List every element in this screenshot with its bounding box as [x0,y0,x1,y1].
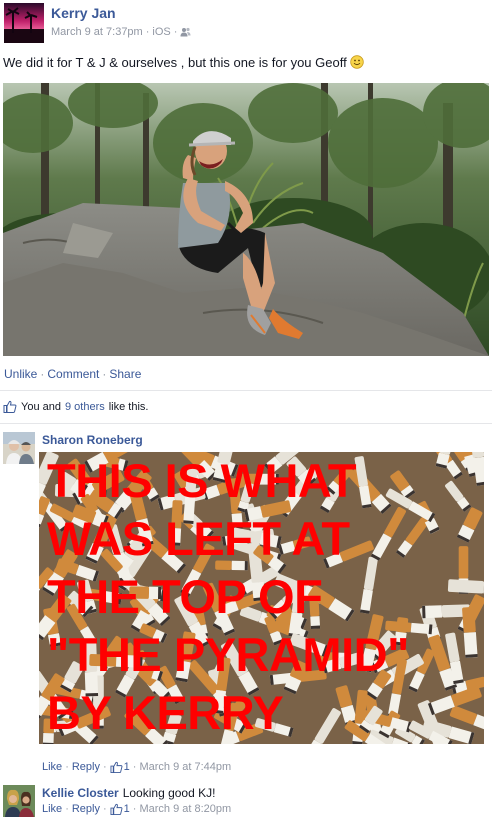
thumbs-up-icon [110,803,123,815]
post-date[interactable]: March 9 at 7:37pm [51,26,143,38]
comment-like-link[interactable]: Like [42,761,62,773]
comment-like-count[interactable]: 1 [110,803,130,815]
comment-reply-link[interactable]: Reply [72,761,100,773]
action-separator: · [102,367,107,381]
action-separator: · [40,367,45,381]
action-separator: · [65,803,69,815]
action-separator: · [132,761,137,773]
divider [0,390,492,391]
post-source: iOS [152,26,171,38]
action-separator: · [102,761,107,773]
action-separator: · [65,761,69,773]
smile-icon [350,55,365,69]
comment-author-name[interactable]: Kellie Closter [42,786,119,800]
post-meta: March 9 at 7:37pm · iOS · [51,26,191,38]
share-link[interactable]: Share [109,367,141,381]
action-separator: · [102,803,107,815]
comment-like-count[interactable]: 1 [110,761,130,773]
post-photo[interactable] [3,83,489,356]
meta-separator: · [145,26,150,38]
comment-actions: Like · Reply · 1 · March 9 at 7:44pm [42,761,231,773]
comment-like-link[interactable]: Like [42,803,62,815]
post-text: We did it for T & J & ourselves , but th… [3,55,365,70]
friends-icon[interactable] [180,27,191,37]
comment-author[interactable]: Sharon Roneberg [42,433,143,447]
author-avatar[interactable] [4,3,44,43]
comment-time[interactable]: March 9 at 8:20pm [139,803,231,815]
post-header: Kerry Jan March 9 at 7:37pm · iOS · [0,0,492,46]
likes-summary: You and 9 others like this. [3,400,148,413]
post-author[interactable]: Kerry Jan [51,5,116,21]
comment-link[interactable]: Comment [47,367,99,381]
meta-separator: · [173,26,178,38]
thumbs-up-icon [110,761,123,773]
action-separator: · [132,803,137,815]
thumbs-up-icon [3,400,17,413]
comment-author: Kellie Closter Looking good KJ! [42,786,215,800]
comment-image-caption: THIS IS WHAT WAS LEFT AT THE TOP OF "THE… [47,454,409,739]
comment-image[interactable]: THIS IS WHAT WAS LEFT AT THE TOP OF "THE… [39,452,484,744]
like-count-value: 1 [123,803,130,815]
comment-actions: Like · Reply · 1 · March 9 at 8:20pm [42,803,231,815]
likes-you-and: You and [21,400,61,413]
comment-time[interactable]: March 9 at 7:44pm [139,761,231,773]
post-actions: Unlike · Comment · Share [4,367,141,381]
commenter-avatar[interactable] [3,785,35,817]
like-count-value: 1 [123,761,130,773]
unlike-link[interactable]: Unlike [4,367,37,381]
likes-others-link[interactable]: 9 others [65,401,105,413]
post-message: We did it for T & J & ourselves , but th… [3,55,347,70]
divider [0,423,492,424]
comment-text: Looking good KJ! [122,786,216,800]
commenter-avatar[interactable] [3,432,35,464]
likes-like-this: like this. [108,400,149,413]
comment-reply-link[interactable]: Reply [72,803,100,815]
